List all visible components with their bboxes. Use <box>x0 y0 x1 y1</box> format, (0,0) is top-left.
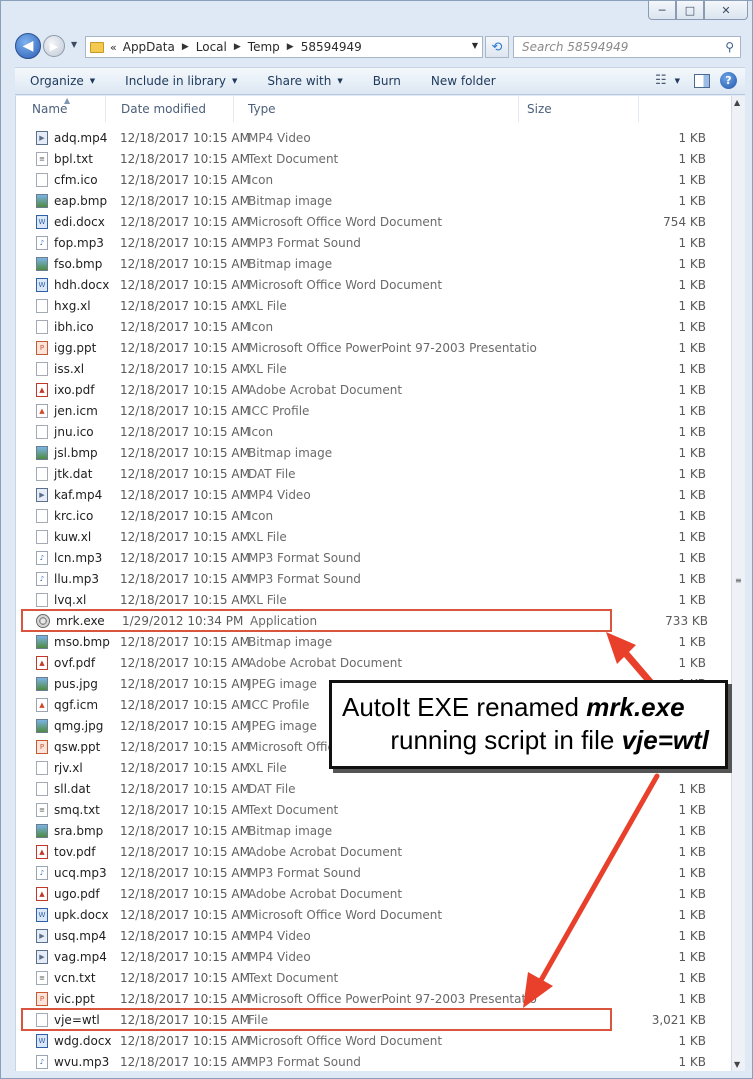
callout-line-1-emphasis: mrk.exe <box>586 692 685 722</box>
callout-line-2-emphasis: vje=wtl <box>621 725 709 755</box>
callout-line-2-text: running script in file <box>390 725 622 755</box>
callout-line-1-text: AutoIt EXE renamed <box>342 692 587 722</box>
arrow-to-mrk-exe <box>606 632 656 688</box>
arrow-to-vje-wtl <box>523 773 660 1008</box>
callout-line-2: running script in file vje=wtl <box>342 724 709 757</box>
callout-line-1: AutoIt EXE renamed mrk.exe <box>342 691 709 724</box>
annotation-callout: AutoIt EXE renamed mrk.exe running scrip… <box>329 680 728 769</box>
annotation-arrows <box>523 632 660 1008</box>
